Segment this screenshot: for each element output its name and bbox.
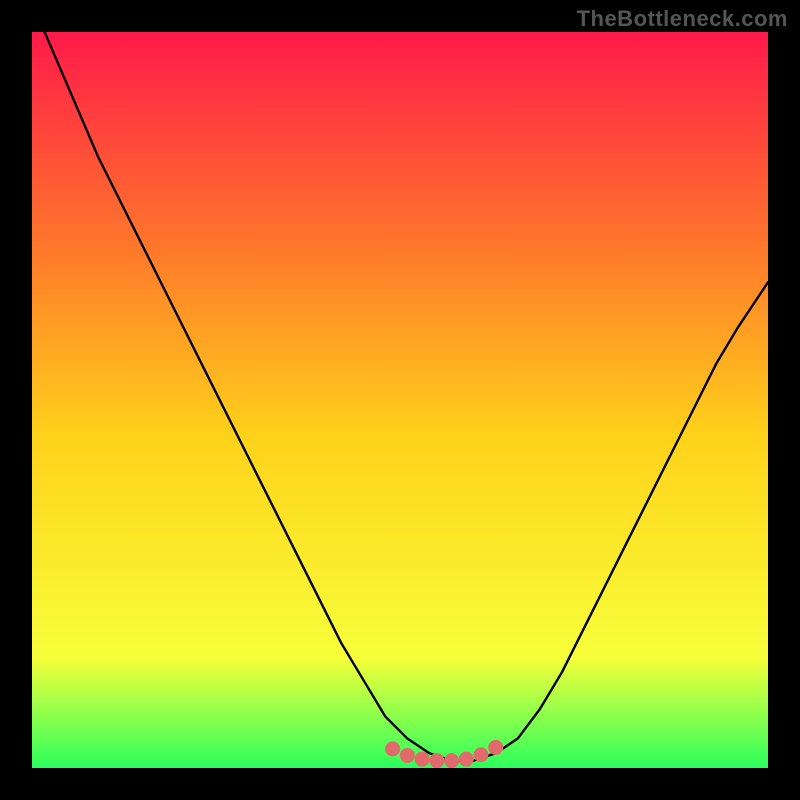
- marker-dot: [490, 741, 502, 753]
- marker-dot: [475, 749, 487, 761]
- marker-dot: [460, 753, 472, 765]
- watermark-text: TheBottleneck.com: [577, 6, 788, 32]
- gradient-background: [32, 32, 768, 768]
- marker-dot: [431, 755, 443, 767]
- chart-frame: TheBottleneck.com: [0, 0, 800, 800]
- marker-dot: [387, 743, 399, 755]
- chart-svg: [32, 32, 768, 768]
- marker-dot: [416, 753, 428, 765]
- marker-dot: [446, 755, 458, 767]
- plot-area: [32, 32, 768, 768]
- marker-dot: [401, 749, 413, 761]
